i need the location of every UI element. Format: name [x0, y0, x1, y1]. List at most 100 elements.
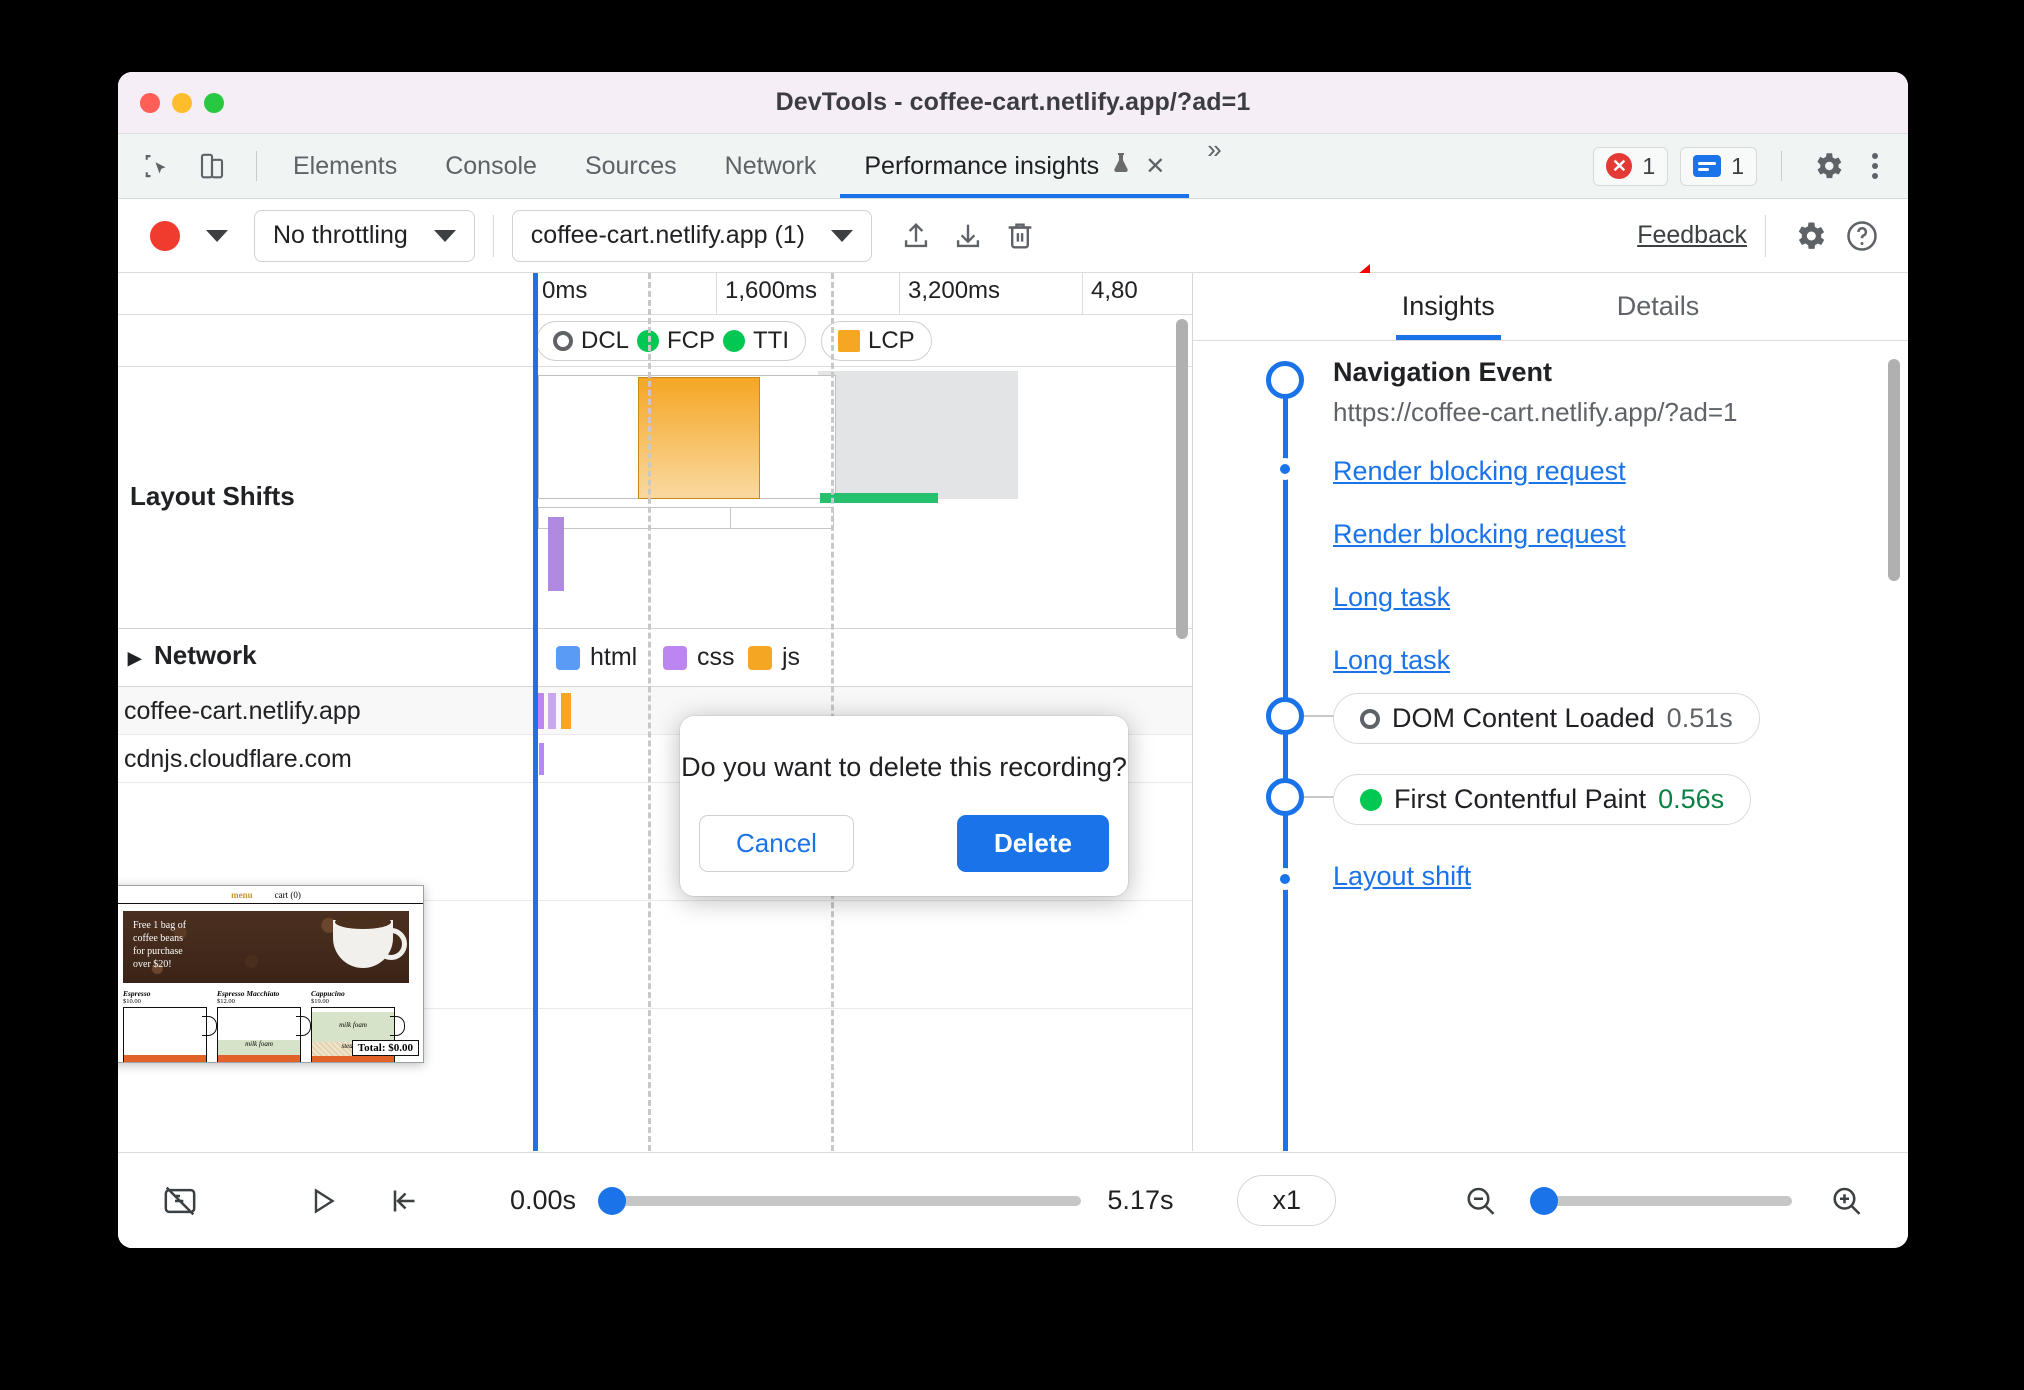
timeline-markers-row: DCL FCP TTI LCP: [118, 315, 1192, 367]
recording-select[interactable]: coffee-cart.netlify.app (1): [511, 209, 873, 262]
marker-label-fcp: FCP: [667, 327, 716, 354]
gear-icon[interactable]: [1806, 144, 1850, 188]
hero-line-2: coffee beans: [133, 933, 184, 944]
marker-label-lcp: LCP: [868, 327, 915, 354]
ruler-tick-2: 3,200ms: [899, 273, 1000, 314]
tab-details[interactable]: Details: [1611, 273, 1706, 340]
timeline-guide-line-2: [831, 273, 834, 1151]
feedback-link[interactable]: Feedback: [1637, 221, 1747, 250]
lcp-square-icon: [838, 330, 860, 352]
marker-group-dcl-fcp-tti[interactable]: DCL FCP TTI: [536, 321, 807, 361]
hero-line-3: for purchase: [133, 946, 183, 957]
layout-shifts-track[interactable]: Layout Shifts: [118, 367, 1192, 629]
performance-toolbar: No throttling coffee-cart.netlify.app (1…: [118, 199, 1908, 273]
zoom-in-icon[interactable]: [1818, 1173, 1874, 1229]
tab-elements[interactable]: Elements: [269, 134, 421, 198]
time-slider-knob[interactable]: [598, 1186, 627, 1215]
tab-sources[interactable]: Sources: [561, 134, 701, 198]
time-slider[interactable]: [598, 1186, 1082, 1215]
chip-connector: [1304, 715, 1334, 717]
insight-chip-first-contentful-paint[interactable]: First Contentful Paint 0.56s: [1333, 774, 1752, 825]
insight-link-long-task-1[interactable]: Long task: [1333, 582, 1450, 613]
more-tabs-chevron-icon[interactable]: »: [1189, 134, 1239, 198]
insight-link-long-task-2[interactable]: Long task: [1333, 645, 1450, 676]
thumb-nav-cart: cart (0): [274, 889, 301, 900]
expander-icon[interactable]: ▸: [128, 642, 141, 673]
track-label-layout-shifts: Layout Shifts: [130, 481, 295, 511]
insights-node-dot-layout-shift: [1274, 868, 1296, 890]
tab-insights[interactable]: Insights: [1395, 273, 1501, 340]
play-icon[interactable]: [294, 1173, 350, 1229]
insights-pane: Insights Details Navigation Event https:…: [1193, 273, 1908, 1151]
gear-icon[interactable]: [1784, 210, 1836, 262]
insight-link-render-blocking-1[interactable]: Render blocking request: [1333, 456, 1626, 487]
ruler-tick-1: 1,600ms: [716, 273, 817, 314]
insight-link-render-blocking-2[interactable]: Render blocking request: [1333, 519, 1626, 550]
timeline-pane: 0ms 1,600ms 3,200ms 4,80 DCL FCP TTI LCP: [118, 273, 1193, 1151]
playback-end-time: 5.17s: [1107, 1185, 1174, 1215]
cancel-button[interactable]: Cancel: [699, 815, 854, 872]
timeline-scrollbar[interactable]: [1176, 319, 1188, 639]
product-price: $19.00: [311, 998, 329, 1005]
device-toolbar-icon[interactable]: [190, 144, 234, 188]
zoom-slider[interactable]: [1530, 1186, 1792, 1215]
trash-icon[interactable]: [994, 210, 1046, 262]
recording-value: coffee-cart.netlify.app (1): [530, 221, 806, 249]
message-count-badge[interactable]: 1: [1680, 146, 1757, 186]
message-icon: [1693, 155, 1722, 177]
chevron-down-icon: [831, 229, 854, 242]
legend-swatch-js: [748, 645, 772, 670]
tab-console[interactable]: Console: [421, 134, 561, 198]
minimize-window-button[interactable]: [172, 92, 192, 113]
zoom-out-icon[interactable]: [1452, 1173, 1508, 1229]
product-name: Espresso Macchiato: [217, 989, 280, 998]
screenshots-off-icon[interactable]: [152, 1173, 208, 1229]
main-content: 0ms 1,600ms 3,200ms 4,80 DCL FCP TTI LCP: [118, 273, 1908, 1151]
marker-group-lcp[interactable]: LCP: [821, 321, 932, 361]
timeline-playhead[interactable]: [533, 273, 538, 1151]
insights-scrollbar[interactable]: [1888, 359, 1900, 581]
throttling-select[interactable]: No throttling: [254, 209, 475, 262]
timeline-guide-line-1: [648, 273, 651, 1151]
delete-recording-dialog: Do you want to delete this recording? Ca…: [680, 716, 1128, 896]
insight-chip-dom-content-loaded[interactable]: DOM Content Loaded 0.51s: [1333, 693, 1760, 744]
help-question-icon[interactable]: [1836, 210, 1888, 262]
tab-network[interactable]: Network: [701, 134, 841, 198]
playback-speed-button[interactable]: x1: [1237, 1175, 1336, 1226]
kebab-menu-icon[interactable]: [1862, 153, 1888, 179]
chip-value: 0.51s: [1666, 703, 1733, 733]
devtools-tabbar: Elements Console Sources Network Perform…: [118, 134, 1908, 199]
thumb-nav-menu: menu: [231, 889, 253, 900]
timeline-ruler[interactable]: 0ms 1,600ms 3,200ms 4,80: [118, 273, 1192, 315]
jump-to-start-icon[interactable]: [376, 1173, 432, 1229]
record-circle-icon[interactable]: [150, 220, 180, 251]
track-label-network: Network: [154, 640, 257, 670]
message-count-label: 1: [1731, 152, 1744, 179]
maximize-window-button[interactable]: [204, 92, 224, 113]
dcl-ring-icon: [1360, 708, 1380, 729]
tab-details-label: Details: [1616, 291, 1700, 321]
chevron-down-icon: [433, 229, 456, 242]
tab-performance-insights[interactable]: Performance insights ✕: [840, 134, 1190, 198]
error-count-badge[interactable]: ✕ 1: [1593, 146, 1669, 186]
toolbar-divider: [492, 214, 494, 257]
activity-block-green: [820, 493, 938, 503]
error-icon: ✕: [1606, 153, 1633, 179]
close-window-button[interactable]: [140, 92, 160, 113]
marker-label-tti: TTI: [753, 327, 790, 354]
chip-label: First Contentful Paint: [1394, 784, 1647, 814]
inspect-element-icon[interactable]: [136, 144, 180, 188]
thumb-nav: menu cart (0): [118, 886, 423, 904]
network-track-header[interactable]: ▸ Network html css js: [118, 629, 1192, 687]
upload-icon[interactable]: [890, 210, 942, 262]
window-traffic-lights: [118, 92, 224, 113]
zoom-slider-knob[interactable]: [1530, 1186, 1558, 1215]
download-icon[interactable]: [942, 210, 994, 262]
cart-total-label: Total: $0.00: [351, 1040, 419, 1056]
network-bar-js: [561, 693, 571, 729]
insight-link-layout-shift[interactable]: Layout shift: [1333, 861, 1471, 892]
delete-button[interactable]: Delete: [956, 815, 1109, 872]
playback-start-time: 0.00s: [510, 1185, 577, 1215]
record-options-chevron-down-icon[interactable]: [206, 229, 228, 242]
close-icon[interactable]: ✕: [1145, 152, 1165, 181]
